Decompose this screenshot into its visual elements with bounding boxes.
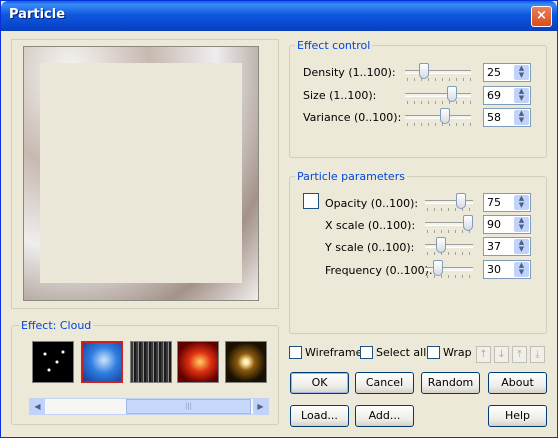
scroll-right-icon[interactable]: ▶ — [253, 399, 268, 414]
y-scale-spin-buttons[interactable]: ▲ ▼ — [514, 239, 529, 254]
size-ticks — [407, 101, 471, 104]
particle-dialog: Particle × Effect control Density (1..10… — [0, 0, 558, 438]
opacity-row: Opacity (0..100): — [325, 194, 445, 214]
move-down-icon[interactable]: ↓ — [494, 346, 509, 363]
size-slider-thumb[interactable] — [447, 86, 457, 102]
move-up-icon[interactable]: ↑ — [476, 346, 491, 363]
opacity-input[interactable] — [484, 194, 514, 211]
effect-legend: Effect: Cloud — [19, 319, 94, 332]
select-all-checkbox[interactable] — [360, 346, 373, 359]
spin-down-icon[interactable]: ▼ — [514, 117, 529, 124]
size-spin-buttons[interactable]: ▲ ▼ — [514, 88, 529, 103]
size-label: Size (1..100): — [303, 89, 377, 102]
spin-down-icon[interactable]: ▼ — [514, 95, 529, 102]
density-spin-buttons[interactable]: ▲ ▼ — [514, 65, 529, 80]
frequency-slider-thumb[interactable] — [433, 260, 443, 276]
move-bottom-icon[interactable]: ⤓ — [530, 346, 545, 363]
preview-canvas — [23, 46, 259, 301]
wrap-checkbox[interactable] — [427, 346, 440, 359]
rain-effect-thumbnail[interactable] — [130, 341, 172, 383]
move-top-icon[interactable]: ⤒ — [512, 346, 527, 363]
frequency-row: Frequency (0..100): — [325, 261, 445, 281]
density-label: Density (1..100): — [303, 66, 396, 79]
frequency-spin-buttons[interactable]: ▲ ▼ — [514, 262, 529, 277]
x-scale-input[interactable] — [484, 216, 514, 233]
size-input[interactable] — [484, 87, 514, 104]
fire-effect-thumbnail[interactable] — [177, 341, 219, 383]
variance-ticks — [407, 123, 471, 126]
spin-down-icon[interactable]: ▼ — [514, 202, 529, 209]
opacity-slider-thumb[interactable] — [456, 193, 466, 209]
select-all-label[interactable]: Select all — [376, 346, 426, 359]
wrap-label[interactable]: Wrap — [443, 346, 472, 359]
size-spinbox[interactable]: ▲▼ — [483, 86, 531, 105]
variance-spinbox[interactable]: ▲▼ — [483, 108, 531, 127]
frequency-spinbox[interactable]: ▲▼ — [483, 260, 531, 279]
opacity-color-swatch[interactable] — [303, 193, 319, 209]
spin-down-icon[interactable]: ▼ — [514, 246, 529, 253]
cloud-effect-thumbnail[interactable] — [81, 341, 123, 383]
spin-down-icon[interactable]: ▼ — [514, 269, 529, 276]
frequency-ticks — [427, 275, 473, 278]
random-button[interactable]: Random — [421, 372, 480, 394]
scroll-left-icon[interactable]: ◀ — [30, 399, 45, 414]
x-scale-row: X scale (0..100): — [325, 216, 445, 236]
x-scale-label: X scale (0..100): — [325, 219, 416, 232]
density-spinbox[interactable]: ▲▼ — [483, 63, 531, 82]
variance-slider-thumb[interactable] — [440, 108, 450, 124]
density-slider-track[interactable] — [405, 70, 471, 74]
opacity-spinbox[interactable]: ▲▼ — [483, 193, 531, 212]
variance-slider-track[interactable] — [405, 115, 471, 119]
y-scale-ticks — [427, 252, 473, 255]
variance-input[interactable] — [484, 109, 514, 126]
spin-down-icon[interactable]: ▼ — [514, 224, 529, 231]
spin-down-icon[interactable]: ▼ — [514, 72, 529, 79]
variance-spin-buttons[interactable]: ▲ ▼ — [514, 110, 529, 125]
window-title: Particle — [9, 7, 66, 22]
x-scale-spin-buttons[interactable]: ▲ ▼ — [514, 217, 529, 232]
size-slider-track[interactable] — [405, 93, 471, 97]
density-ticks — [407, 78, 471, 81]
wireframe-checkbox[interactable] — [289, 346, 302, 359]
add-button[interactable]: Add... — [355, 405, 414, 427]
ok-button[interactable]: OK — [290, 372, 349, 394]
variance-label: Variance (0..100): — [303, 111, 402, 124]
opacity-ticks — [427, 208, 473, 211]
help-button[interactable]: Help — [488, 405, 547, 427]
opacity-spin-buttons[interactable]: ▲ ▼ — [514, 195, 529, 210]
preview-inner-area — [40, 63, 242, 283]
y-scale-slider-track[interactable] — [425, 244, 473, 248]
effect-scrollbar[interactable]: ◀ ||| ▶ — [29, 398, 269, 415]
scroll-thumb[interactable]: ||| — [126, 399, 251, 414]
density-input[interactable] — [484, 64, 514, 81]
y-scale-label: Y scale (0..100): — [325, 241, 415, 254]
y-scale-input[interactable] — [484, 238, 514, 255]
x-scale-spinbox[interactable]: ▲▼ — [483, 215, 531, 234]
particle-parameters-legend: Particle parameters — [295, 170, 407, 183]
effect-control-legend: Effect control — [295, 39, 373, 52]
wireframe-label[interactable]: Wireframe — [305, 346, 362, 359]
load-button[interactable]: Load... — [290, 405, 349, 427]
flare-effect-thumbnail[interactable] — [225, 341, 267, 383]
frequency-label: Frequency (0..100): — [325, 264, 433, 277]
close-button[interactable]: × — [531, 6, 552, 27]
y-scale-spinbox[interactable]: ▲▼ — [483, 237, 531, 256]
y-scale-slider-thumb[interactable] — [436, 237, 446, 253]
density-slider-thumb[interactable] — [419, 63, 429, 79]
about-button[interactable]: About — [488, 372, 547, 394]
stars-effect-thumbnail[interactable] — [32, 341, 74, 383]
title-bar[interactable]: Particle × — [1, 1, 557, 31]
x-scale-slider-thumb[interactable] — [463, 215, 473, 231]
y-scale-row: Y scale (0..100): — [325, 238, 445, 258]
cancel-button[interactable]: Cancel — [355, 372, 414, 394]
opacity-label: Opacity (0..100): — [325, 197, 419, 210]
frequency-input[interactable] — [484, 261, 514, 278]
